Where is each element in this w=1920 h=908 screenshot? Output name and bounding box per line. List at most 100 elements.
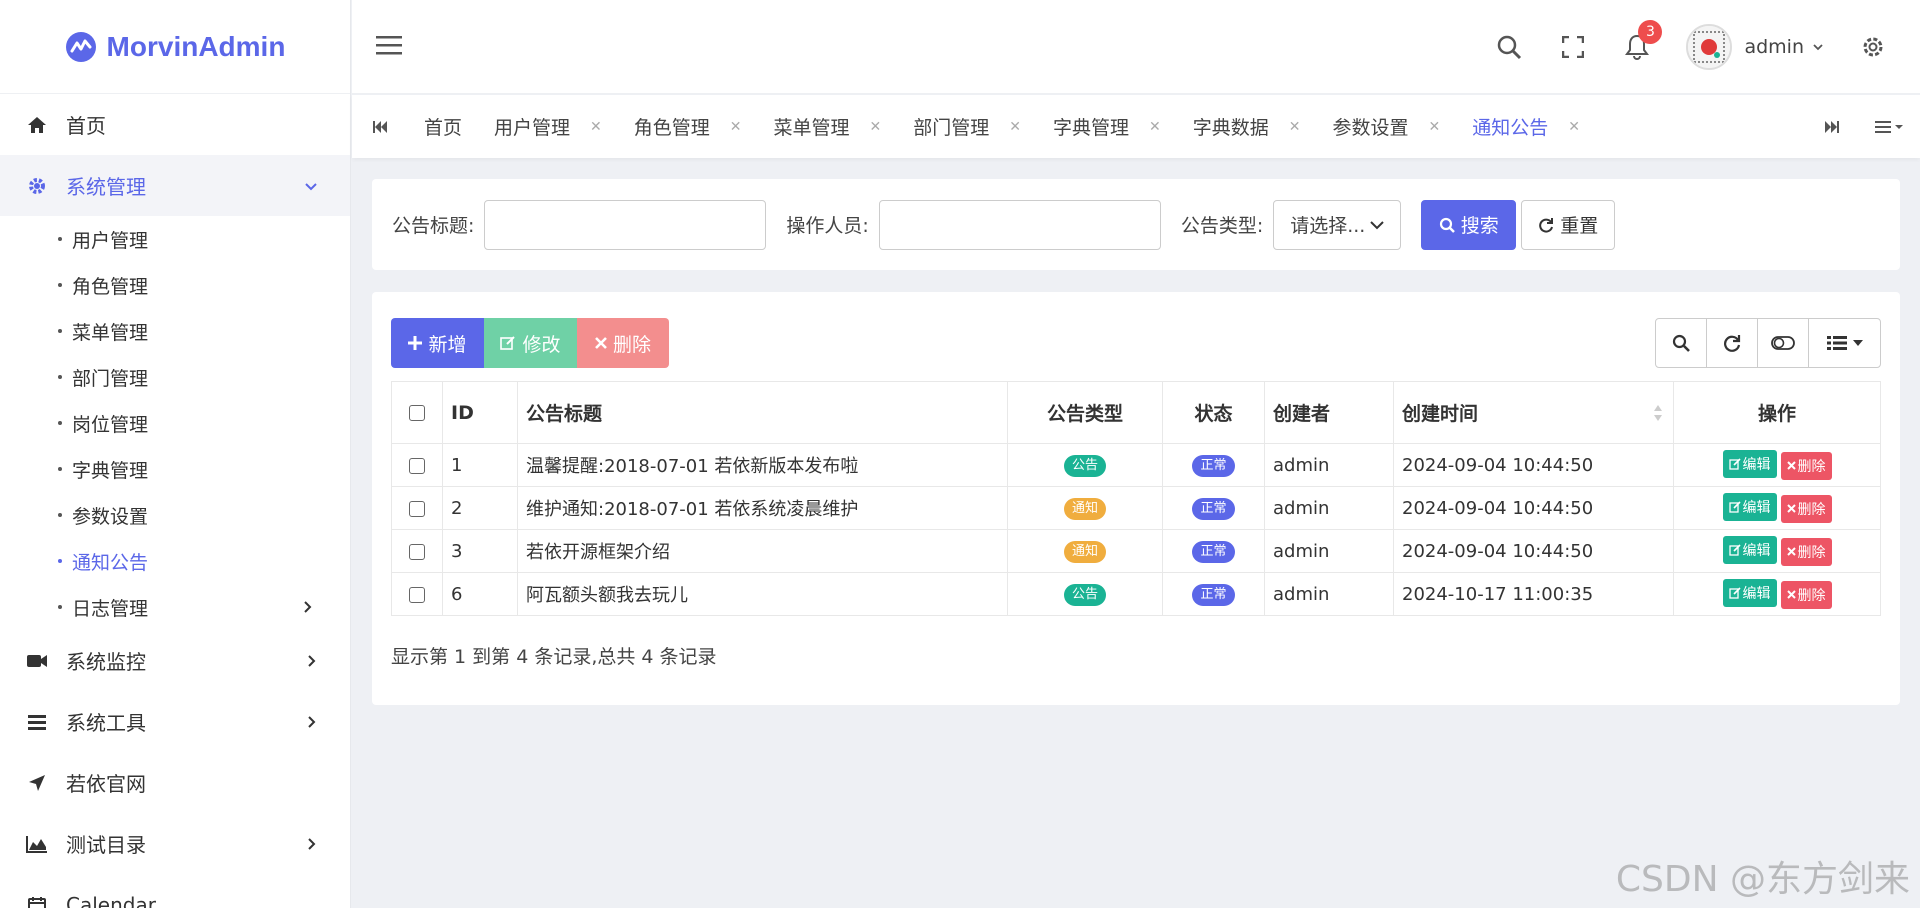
- row-edit-button[interactable]: 编辑: [1722, 536, 1777, 565]
- sidebar-item-monitor[interactable]: 系统监控: [0, 630, 350, 691]
- row-edit-button[interactable]: 编辑: [1722, 450, 1777, 479]
- table-row[interactable]: 3 若依开源框架介绍 通知 正常 admin 2024-09-04 10:44:…: [391, 529, 1881, 573]
- bell-icon[interactable]: 3: [1622, 20, 1663, 62]
- row-checkbox[interactable]: [409, 543, 425, 560]
- edit-button-label: 修改: [522, 333, 561, 356]
- row-delete-label: 删除: [1797, 587, 1826, 604]
- sidebar-subitem-depts[interactable]: 部门管理: [0, 354, 350, 400]
- sidebar-subitem-logs[interactable]: 日志管理: [0, 584, 350, 630]
- fullscreen-icon[interactable]: [1558, 32, 1588, 62]
- tab-close-icon[interactable]: ✕: [1289, 119, 1301, 135]
- type-label: 公告类型:: [1180, 215, 1264, 237]
- type-select[interactable]: 请选择...: [1273, 199, 1402, 250]
- tab-home[interactable]: 首页: [408, 95, 478, 158]
- row-edit-button[interactable]: 编辑: [1722, 579, 1777, 608]
- sort-icon[interactable]: [1653, 404, 1663, 422]
- col-title: 公告标题: [517, 381, 1008, 444]
- sidebar-item-tools[interactable]: 系统工具: [0, 691, 350, 752]
- tab-close-icon[interactable]: ✕: [1149, 119, 1161, 135]
- row-edit-button[interactable]: 编辑: [1722, 493, 1777, 522]
- cell-created-time: 2024-09-04 10:44:50: [1393, 443, 1674, 487]
- tab-menus[interactable]: 菜单管理 ✕: [758, 95, 898, 158]
- tab-options-menu-icon[interactable]: [1860, 95, 1920, 158]
- tab-close-icon[interactable]: ✕: [870, 119, 882, 135]
- tab-notice[interactable]: 通知公告 ✕: [1456, 95, 1596, 158]
- operator-input[interactable]: [878, 199, 1161, 250]
- sidebar-item-label: 系统监控: [66, 650, 146, 674]
- tab-depts[interactable]: 部门管理 ✕: [897, 95, 1037, 158]
- columns-menu-icon[interactable]: [1809, 319, 1880, 367]
- hamburger-menu-icon[interactable]: [376, 34, 402, 56]
- search-button-label: 搜索: [1460, 215, 1499, 237]
- table-row[interactable]: 6 阿瓦额头额我去玩儿 公告 正常 admin 2024-10-17 11:00…: [391, 572, 1881, 616]
- row-checkbox[interactable]: [409, 457, 425, 474]
- search-button[interactable]: 搜索: [1421, 199, 1517, 250]
- status-badge: 正常: [1192, 584, 1235, 606]
- refresh-icon[interactable]: [1707, 319, 1758, 367]
- title-input[interactable]: [484, 199, 767, 250]
- tab-close-icon[interactable]: ✕: [1429, 119, 1441, 135]
- tab-close-icon[interactable]: ✕: [1568, 119, 1580, 135]
- tab-dict-data[interactable]: 字典数据 ✕: [1177, 95, 1317, 158]
- delete-button[interactable]: 删除: [577, 318, 669, 368]
- sidebar-item-website[interactable]: 若依官网: [0, 752, 350, 813]
- row-delete-button[interactable]: 删除: [1780, 451, 1832, 480]
- sidebar-item-label: 系统工具: [66, 711, 146, 735]
- sidebar-subitem-users[interactable]: 用户管理: [0, 216, 350, 262]
- row-delete-button[interactable]: 删除: [1780, 580, 1832, 609]
- add-button[interactable]: 新增: [391, 318, 484, 368]
- sidebar-item-test[interactable]: 测试目录: [0, 813, 350, 874]
- brand-name: MorvinAdmin: [106, 30, 286, 62]
- row-delete-button[interactable]: 删除: [1780, 494, 1832, 523]
- sidebar-subitem-notice[interactable]: 通知公告: [0, 538, 350, 584]
- tab-close-icon[interactable]: ✕: [1009, 119, 1021, 135]
- status-badge: 正常: [1192, 498, 1235, 520]
- edit-button[interactable]: 修改: [484, 318, 577, 368]
- tab-dict[interactable]: 字典管理 ✕: [1037, 95, 1177, 158]
- cell-type: 公告: [1007, 443, 1163, 487]
- tab-users[interactable]: 用户管理 ✕: [478, 95, 618, 158]
- sidebar-subitem-dict[interactable]: 字典管理: [0, 446, 350, 492]
- select-all-checkbox[interactable]: [409, 405, 425, 421]
- tab-label: 菜单管理: [773, 117, 850, 139]
- tabs-bar: 首页 用户管理 ✕ 角色管理 ✕ 菜单管理 ✕ 部门管理 ✕ 字典管理 ✕ 字典数据 ✕ 参…: [352, 95, 1920, 158]
- sidebar-item-system[interactable]: 系统管理: [0, 155, 350, 216]
- toggle-search-icon[interactable]: [1656, 319, 1707, 367]
- sidebar-subitem-posts[interactable]: 岗位管理: [0, 400, 350, 446]
- cell-status: 正常: [1162, 443, 1265, 487]
- sidebar-item-calendar[interactable]: Calendar: [0, 874, 350, 908]
- table-row[interactable]: 1 温馨提醒:2018-07-01 若依新版本发布啦 公告 正常 admin 2…: [391, 443, 1881, 487]
- reset-button[interactable]: 重置: [1521, 199, 1616, 250]
- tab-roles[interactable]: 角色管理 ✕: [618, 95, 758, 158]
- cell-id: 3: [442, 529, 518, 573]
- row-checkbox-cell: [391, 443, 443, 487]
- brand[interactable]: MorvinAdmin: [0, 0, 350, 94]
- cell-ops: 编辑 删除: [1673, 529, 1881, 573]
- search-icon[interactable]: [1494, 32, 1524, 62]
- tab-close-icon[interactable]: ✕: [590, 119, 602, 135]
- user-menu[interactable]: admin: [1744, 36, 1824, 58]
- toolbar-actions: 新增 修改 删除: [391, 318, 669, 368]
- col-created-time-label: 创建时间: [1402, 403, 1479, 425]
- settings-gear-icon[interactable]: [1858, 32, 1888, 62]
- table-row[interactable]: 2 维护通知:2018-07-01 若依系统凌晨维护 通知 正常 admin 2…: [391, 486, 1881, 530]
- search-form: 公告标题: 操作人员: 公告类型: 请选择... 搜索 重置: [372, 179, 1900, 270]
- type-select-value: 请选择...: [1290, 215, 1366, 237]
- row-checkbox[interactable]: [409, 586, 425, 603]
- watermark: CSDN @东方剑来: [1615, 859, 1910, 900]
- sidebar-subitem-roles[interactable]: 角色管理: [0, 262, 350, 308]
- tab-close-icon[interactable]: ✕: [730, 119, 742, 135]
- sidebar-subitem-config[interactable]: 参数设置: [0, 492, 350, 538]
- avatar[interactable]: [1686, 24, 1733, 70]
- row-delete-button[interactable]: 删除: [1780, 537, 1832, 566]
- row-checkbox[interactable]: [409, 500, 425, 517]
- tab-label: 字典管理: [1053, 117, 1130, 139]
- sidebar-subitem-menus[interactable]: 菜单管理: [0, 308, 350, 354]
- toggle-view-icon[interactable]: [1758, 319, 1809, 367]
- tab-config[interactable]: 参数设置 ✕: [1317, 95, 1457, 158]
- tab-scroll-right-icon[interactable]: [1804, 95, 1860, 158]
- col-created-time[interactable]: 创建时间: [1393, 381, 1674, 444]
- sidebar-item-home[interactable]: 首页: [0, 94, 350, 155]
- cell-type: 公告: [1007, 572, 1163, 616]
- tab-scroll-left-icon[interactable]: [352, 95, 408, 158]
